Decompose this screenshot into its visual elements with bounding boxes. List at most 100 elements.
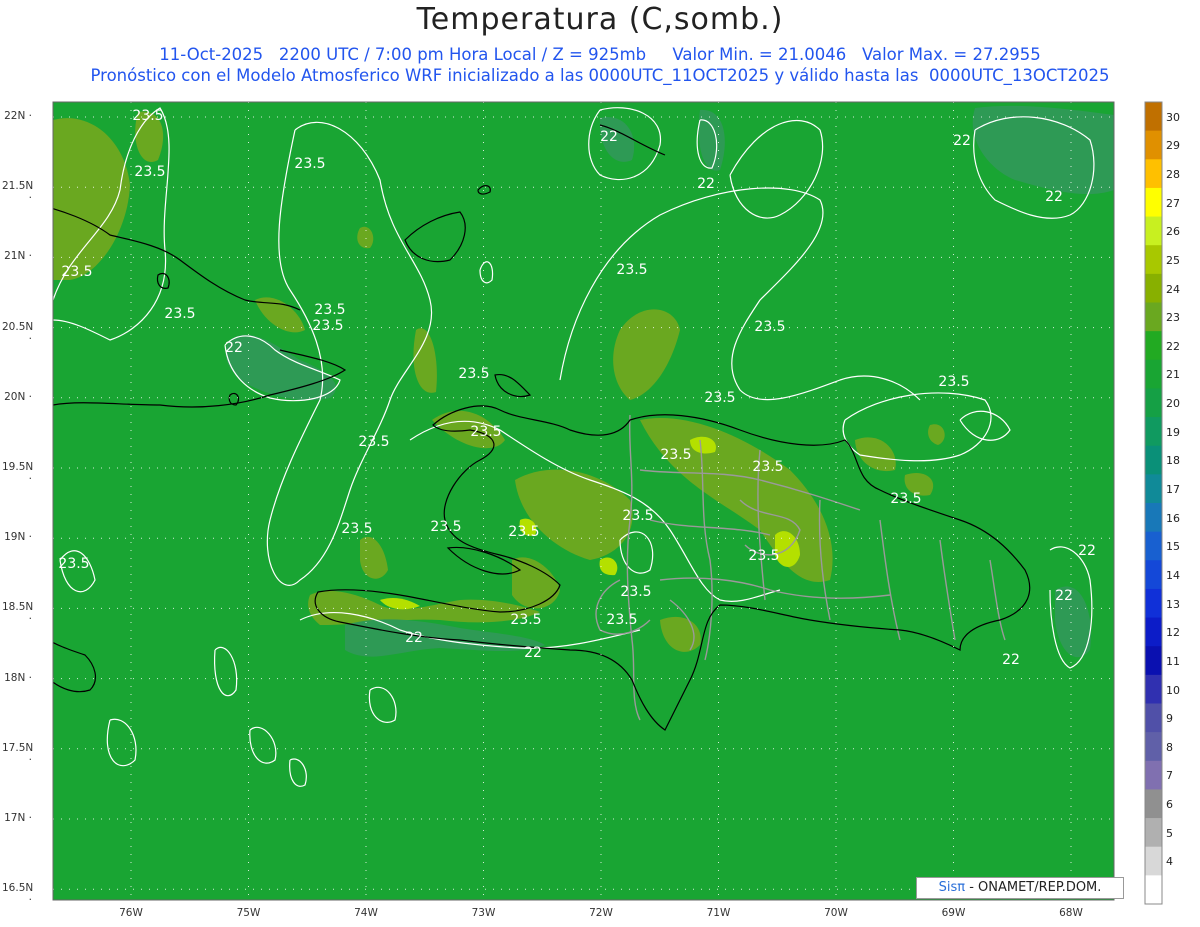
colorbar-tick-label: 14 [1166,568,1180,582]
contour-label: 23.5 [748,548,779,564]
colorbar-swatch [1145,474,1162,504]
colorbar-tick-label: 9 [1166,712,1173,726]
contour-label: 22 [524,645,542,661]
longitude-label: 69W [941,907,966,919]
colorbar-swatch [1145,102,1162,132]
contour-label: 23.5 [314,302,345,318]
contour-label: 22 [697,176,715,192]
colorbar-swatch [1145,216,1162,246]
colorbar-tick-label: 30 [1166,110,1180,124]
latitude-label: 18N · [4,671,32,684]
contour-label: 23.5 [890,491,921,507]
colorbar-swatch [1145,617,1162,647]
contour-label: 22 [1055,588,1073,604]
contour-label: 23.5 [430,519,461,535]
temperature-colorbar [1144,101,1163,905]
latitude-label: 17N · [4,812,32,824]
colorbar-swatch [1145,388,1162,418]
colorbar-tick-label: 26 [1166,225,1180,239]
forecast-map: 23.523.5 23.523.523.5 23.523.523.523.523.5… [52,101,1163,905]
latitude-label: 19.5N · [2,461,34,485]
contour-label: 23.5 [704,390,735,406]
colorbar-tick-label: 21 [1166,368,1180,382]
contour-label: 23.5 [938,374,969,390]
colorbar-swatch [1145,245,1162,275]
contour-label: 22 [953,133,971,149]
colorbar-swatch [1145,359,1162,389]
contour-label: 23.5 [470,424,501,440]
latitude-label: 21N · [4,250,32,263]
contour-label: 22 [1045,189,1063,205]
colorbar-tick-label: 4 [1166,855,1173,869]
contour-label: 23.5 [458,366,489,382]
colorbar-swatch [1145,846,1162,876]
latitude-label: 18.5N · [2,601,34,626]
credit-text: - ONAMET/REP.DOM. [965,880,1102,895]
contour-label: 23.5 [754,319,785,335]
colorbar-tick-label: 29 [1166,139,1180,153]
colorbar-tick-label: 13 [1166,597,1180,611]
latitude-label: 17.5N · [2,741,34,766]
colorbar-tick-label: 10 [1166,683,1180,697]
longitude-label: 72W [589,907,613,919]
longitude-label: 70W [824,907,848,919]
contour-label: 23.5 [510,612,541,628]
credit-box: Sisπ - ONAMET/REP.DOM. [916,877,1124,899]
colorbar-swatch [1145,760,1162,790]
colorbar-swatch [1145,503,1162,533]
colorbar-tick-label: 7 [1166,769,1173,783]
contour-label: 23.5 [58,556,89,572]
map-plot-area [53,102,1114,900]
colorbar-swatch [1145,302,1162,332]
contour-label: 22 [600,129,618,145]
colorbar-swatch [1145,674,1162,704]
colorbar-tick-label: 17 [1166,483,1180,496]
latitude-label: 20.5N · [2,320,34,345]
colorbar-tick-label: 15 [1166,540,1180,554]
colorbar-swatch [1145,560,1162,590]
colorbar-tick-label: 11 [1166,654,1180,668]
latitude-label: 19N · [4,531,32,544]
colorbar-tick-label: 12 [1166,626,1180,640]
colorbar-swatch [1145,732,1162,762]
sispi-logo: Sisπ [938,880,966,895]
colorbar-swatch [1145,818,1162,848]
longitude-label: 76W [119,907,143,919]
colorbar-tick-label: 16 [1166,511,1180,525]
contour-label: 23.5 [132,108,163,124]
contour-label: 22 [225,340,243,356]
contour-label: 23.5 [312,318,343,334]
colorbar-tick-label: 23 [1166,311,1180,325]
contour-label: 23.5 [508,524,539,540]
longitude-label: 73W [471,907,496,919]
contour-label: 22 [1002,652,1020,668]
latitude-label: 21.5N · [2,180,34,205]
contour-label: 23.5 [620,584,651,600]
contour-label: 23.5 [134,164,165,180]
contour-label: 23.5 [616,262,647,278]
colorbar-swatch [1145,417,1162,447]
colorbar-tick-label: 27 [1166,196,1180,210]
contour-label: 23.5 [341,521,372,537]
colorbar-swatch [1145,331,1162,361]
colorbar-tick-label: 5 [1166,826,1173,840]
contour-label: 23.5 [358,434,389,450]
latitude-label: 16.5N · [2,882,34,907]
colorbar-swatch [1145,588,1162,619]
colorbar-swatch [1145,531,1162,561]
colorbar-tick-label: 22 [1166,339,1180,353]
contour-label: 22 [405,630,423,646]
colorbar-tick-label: 28 [1166,167,1180,181]
colorbar-swatch [1145,159,1162,189]
colorbar-tick-label: 18 [1166,454,1180,468]
colorbar-swatch [1145,445,1162,475]
colorbar-tick-label: 20 [1166,397,1180,411]
contour-label: 23.5 [61,264,92,280]
colorbar-swatch [1145,187,1162,218]
contour-label: 23.5 [606,612,637,628]
colorbar-tick-label: 19 [1166,425,1180,439]
contour-label: 23.5 [164,306,195,322]
contour-label: 23.5 [294,156,325,172]
longitude-label: 75W [236,907,261,919]
contour-label: 23.5 [752,459,783,475]
